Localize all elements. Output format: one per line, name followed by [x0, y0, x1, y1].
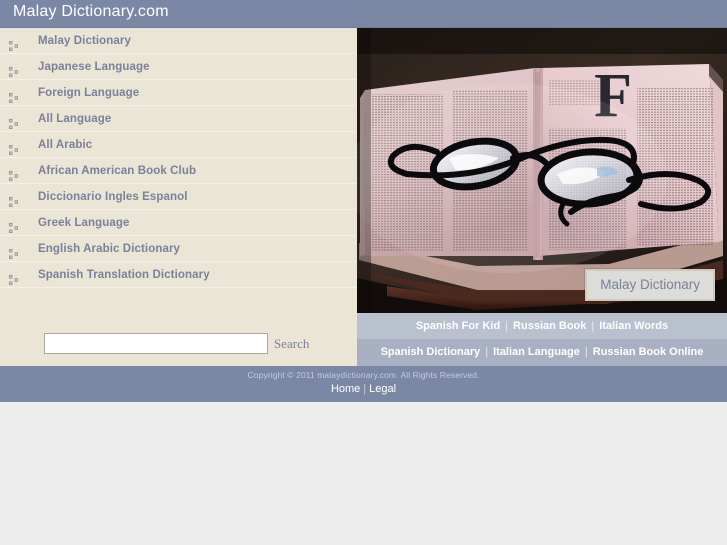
footer-link[interactable]: Spanish Dictionary: [381, 346, 481, 358]
sidebar-item-label: Spanish Translation Dictionary: [38, 269, 210, 281]
search-row: Search: [0, 317, 357, 366]
sidebar-item-label: All Language: [38, 113, 112, 125]
bullet-squares-icon: [9, 139, 20, 155]
footer-link[interactable]: Spanish For Kid: [416, 320, 500, 332]
copyright-text: Copyright © 2011 malaydictionary.com. Al…: [247, 370, 480, 380]
link-separator: |: [584, 346, 588, 358]
sidebar-item-label: Foreign Language: [38, 87, 140, 99]
site-header: Malay Dictionary.com: [0, 0, 727, 28]
footer-link[interactable]: Italian Language: [493, 346, 580, 358]
search-input[interactable]: [44, 333, 268, 354]
sidebar-item[interactable]: English Arabic Dictionary: [0, 236, 357, 262]
sidebar-item[interactable]: Greek Language: [0, 210, 357, 236]
sidebar-item[interactable]: Foreign Language: [0, 80, 357, 106]
footer-link[interactable]: Russian Book: [513, 320, 586, 332]
sidebar-item-label: English Arabic Dictionary: [38, 243, 181, 255]
bullet-squares-icon: [9, 191, 20, 207]
page-root: Malay Dictionary.com Malay Dictionary Jap…: [0, 0, 727, 545]
footer-link-separator: |: [363, 383, 367, 395]
sidebar-item[interactable]: All Language: [0, 106, 357, 132]
sidebar-item[interactable]: All Arabic: [0, 132, 357, 158]
footer-nav-link[interactable]: Legal: [369, 383, 396, 395]
sidebar-item-label: Diccionario Ingles Espanol: [38, 191, 188, 203]
site-title: Malay Dictionary.com: [13, 3, 169, 20]
link-row-bottom: Spanish Dictionary | Italian Language | Russ…: [357, 339, 727, 366]
bullet-squares-icon: [9, 87, 20, 103]
sidebar-item[interactable]: Diccionario Ingles Espanol: [0, 184, 357, 210]
sidebar-item-label: Japanese Language: [38, 61, 150, 73]
sidebar-item-label: Greek Language: [38, 217, 130, 229]
sidebar-item-label: African American Book Club: [38, 165, 197, 177]
sidebar-item[interactable]: Spanish Translation Dictionary: [0, 262, 357, 288]
footer-links: Home | Legal: [0, 383, 727, 395]
page-background-below: [0, 402, 727, 545]
search-button[interactable]: Search: [274, 336, 309, 352]
main-content: Malay Dictionary Japanese Language Foreign…: [0, 28, 727, 366]
footer-nav-link[interactable]: Home: [331, 383, 360, 395]
sidebar-item[interactable]: Malay Dictionary: [0, 28, 357, 54]
sidebar-item-label: All Arabic: [38, 139, 93, 151]
footer-link[interactable]: Russian Book Online: [593, 346, 704, 358]
dictionary-photo: F Malay Dictionary: [357, 28, 727, 313]
link-separator: |: [485, 346, 489, 358]
link-row-top: Spanish For Kid | Russian Book | Italian Wor…: [357, 313, 727, 339]
bullet-squares-icon: [9, 113, 20, 129]
bullet-squares-icon: [9, 35, 20, 51]
photo-column: F Malay Dictionary Spanish For Kid | Rus…: [357, 28, 727, 366]
link-separator: |: [505, 320, 509, 332]
bullet-squares-icon: [9, 269, 20, 285]
photo-caption: Malay Dictionary: [585, 269, 715, 301]
sidebar-nav: Malay Dictionary Japanese Language Foreign…: [0, 28, 357, 288]
site-footer: Copyright © 2011 malaydictionary.com. Al…: [0, 366, 727, 402]
bullet-squares-icon: [9, 165, 20, 181]
sidebar: Malay Dictionary Japanese Language Foreign…: [0, 28, 357, 366]
sidebar-item-label: Malay Dictionary: [38, 35, 131, 47]
link-separator: |: [591, 320, 595, 332]
bullet-squares-icon: [9, 61, 20, 77]
bullet-squares-icon: [9, 243, 20, 259]
bullet-squares-icon: [9, 217, 20, 233]
sidebar-item[interactable]: Japanese Language: [0, 54, 357, 80]
sidebar-item[interactable]: African American Book Club: [0, 158, 357, 184]
footer-link[interactable]: Italian Words: [599, 320, 668, 332]
